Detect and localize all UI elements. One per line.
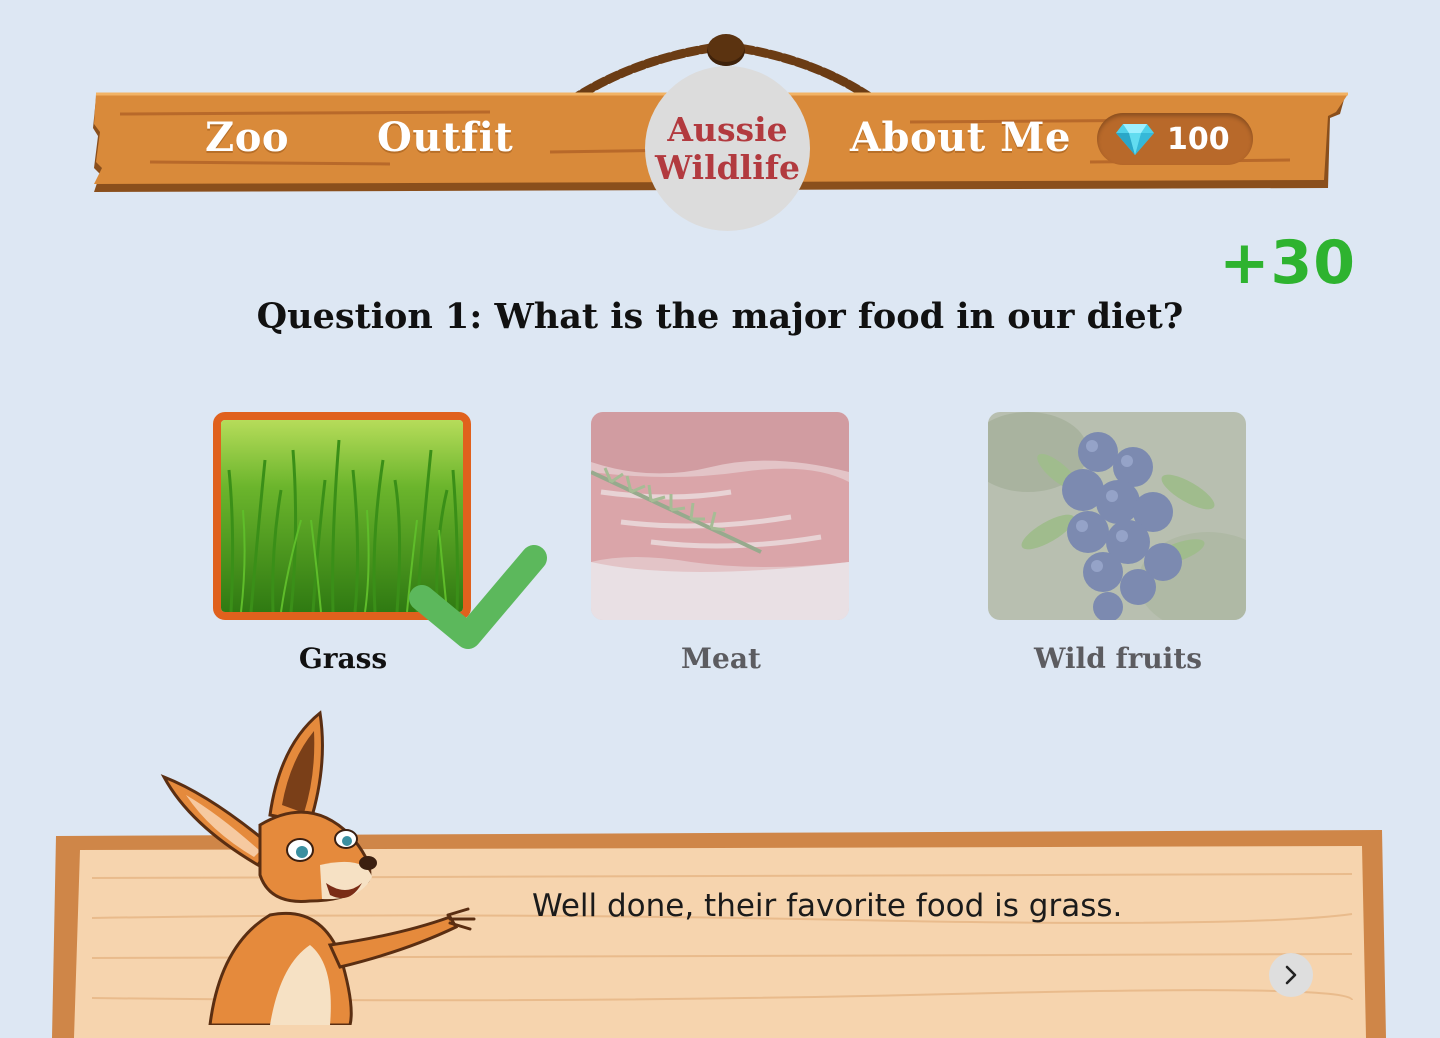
meat-image bbox=[591, 412, 849, 620]
nav-about-me[interactable]: About Me bbox=[850, 112, 1071, 164]
nav-outfit[interactable]: Outfit bbox=[377, 112, 513, 164]
gem-count: 100 bbox=[1167, 121, 1230, 157]
diamond-icon bbox=[1116, 124, 1154, 155]
option-meat[interactable]: Meat bbox=[591, 412, 851, 675]
score-change: +30 bbox=[1219, 228, 1356, 298]
option-wild-fruits[interactable]: Wild fruits bbox=[988, 412, 1248, 675]
logo-line-1: Aussie bbox=[667, 109, 788, 149]
feedback-message: Well done, their favorite food is grass. bbox=[532, 888, 1123, 924]
logo-line-2: Wildlife bbox=[655, 147, 800, 187]
sign-hanging-pin bbox=[707, 34, 745, 66]
next-button[interactable] bbox=[1269, 953, 1313, 997]
correct-check-icon bbox=[409, 545, 547, 649]
kangaroo-mascot bbox=[160, 710, 476, 1025]
nav-zoo[interactable]: Zoo bbox=[205, 112, 289, 164]
app-logo[interactable]: Aussie Wildlife bbox=[645, 66, 810, 231]
gem-balance: 100 bbox=[1097, 113, 1253, 165]
berries-image bbox=[988, 412, 1246, 620]
option-label-meat: Meat bbox=[681, 642, 761, 675]
question-text: Question 1: What is the major food in ou… bbox=[256, 296, 1184, 337]
chevron-right-icon bbox=[1285, 965, 1297, 985]
option-label-wild-fruits: Wild fruits bbox=[1033, 642, 1203, 675]
